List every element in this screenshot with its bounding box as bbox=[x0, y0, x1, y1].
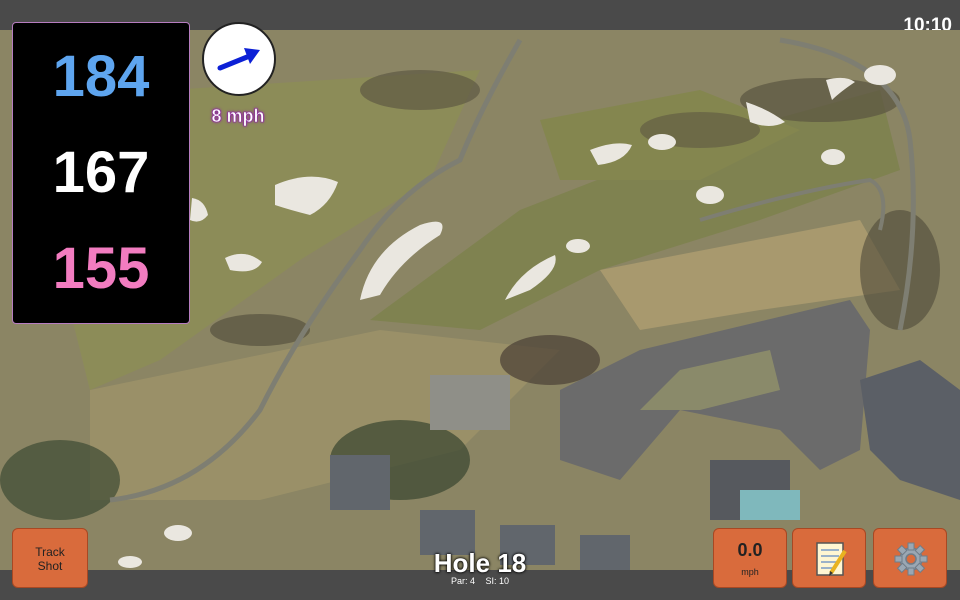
settings-button[interactable] bbox=[873, 528, 947, 588]
notes-button[interactable] bbox=[792, 528, 866, 588]
track-shot-label-line1: Track bbox=[35, 545, 65, 559]
hole-details: Par: 4 SI: 10 bbox=[380, 576, 580, 586]
hole-par: Par: 4 bbox=[450, 576, 475, 586]
yardage-panel: 184 167 155 bbox=[12, 22, 190, 324]
speed-button[interactable]: 0.0 mph bbox=[713, 528, 787, 588]
middle-yardage: 167 bbox=[52, 140, 150, 205]
arrow-right-icon bbox=[217, 48, 260, 71]
track-shot-label-line2: Shot bbox=[37, 559, 63, 573]
back-yardage: 184 bbox=[52, 44, 150, 109]
front-yardage: 155 bbox=[52, 236, 150, 301]
speed-unit: mph bbox=[741, 567, 759, 577]
wind-direction-dial bbox=[202, 22, 276, 96]
hole-title: Hole 18 bbox=[433, 548, 527, 578]
hole-stroke-index: SI: 10 bbox=[485, 576, 510, 586]
track-shot-button[interactable]: Track Shot bbox=[12, 528, 88, 588]
wind-speed: 8 mph bbox=[211, 106, 265, 127]
notepad-icon bbox=[816, 542, 847, 576]
gear-icon bbox=[894, 542, 928, 576]
speed-value: 0.0 bbox=[737, 540, 763, 560]
